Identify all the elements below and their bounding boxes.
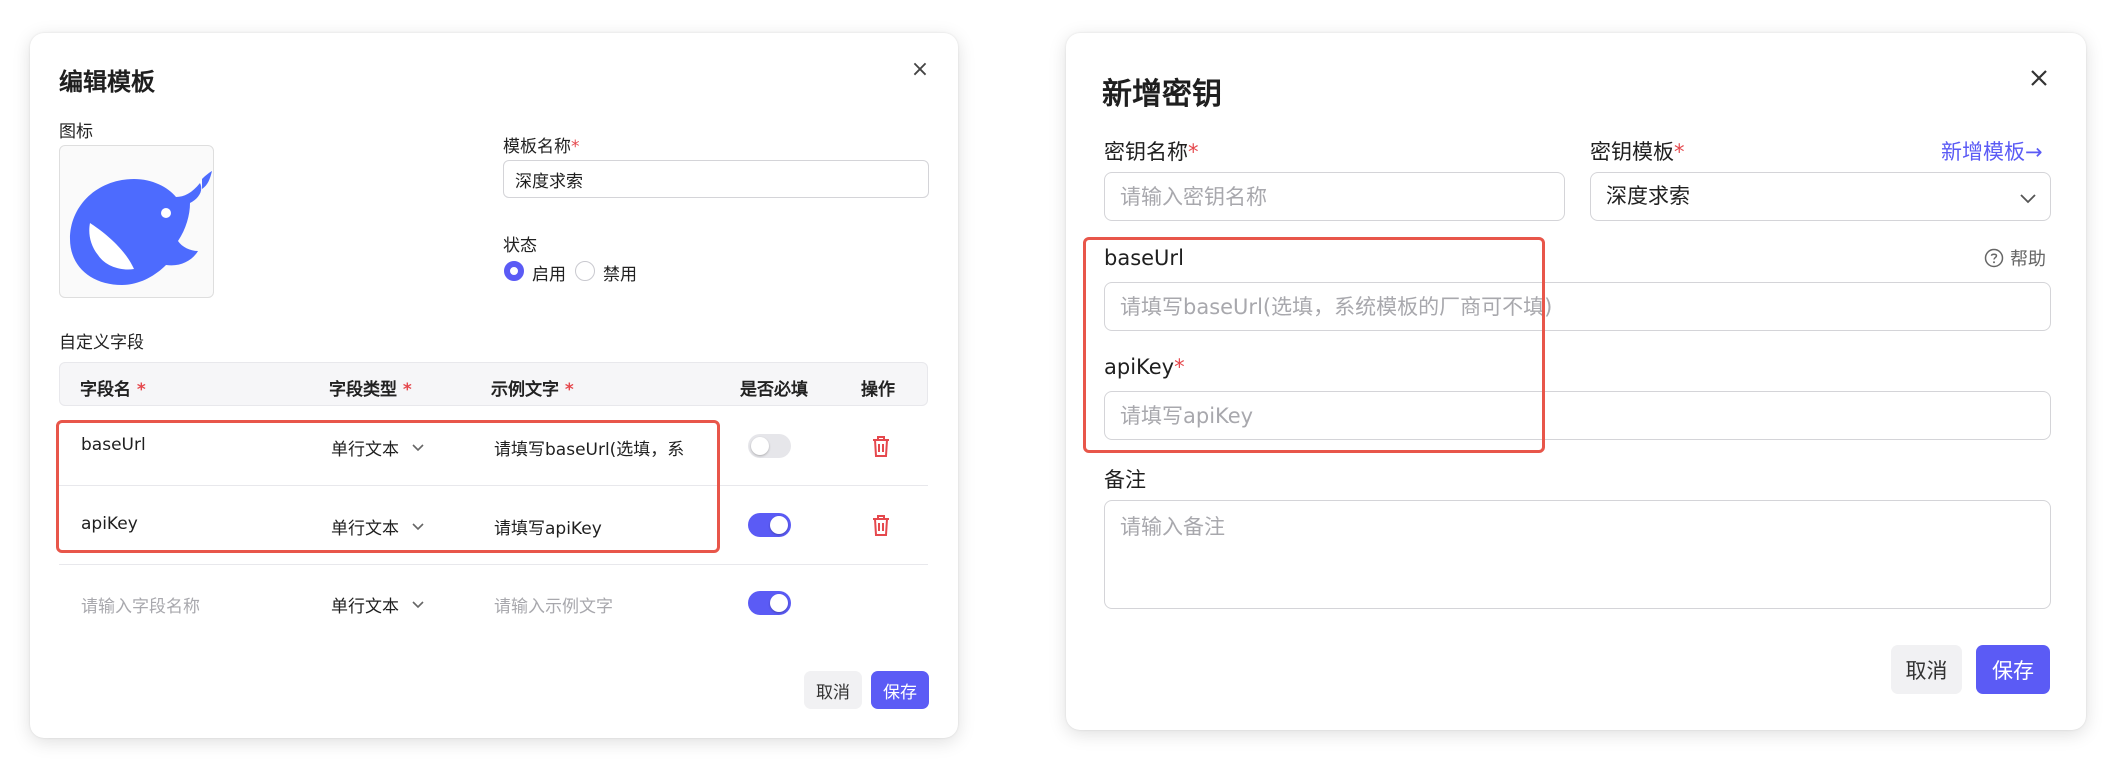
custom-fields-label: 自定义字段 bbox=[59, 333, 144, 353]
arrow-right-icon: → bbox=[2025, 140, 2043, 164]
field-type-select[interactable]: 单行文本 bbox=[331, 592, 399, 617]
chevron-down-icon[interactable] bbox=[408, 594, 428, 614]
required-mark: * bbox=[571, 137, 580, 157]
required-mark: * bbox=[564, 380, 574, 400]
col-field-type: 字段类型 * bbox=[329, 375, 412, 400]
fields-table-header: 字段名 * 字段类型 * 示例文字 * 是否必填 操作 bbox=[59, 362, 928, 406]
cancel-button[interactable]: 取消 bbox=[1891, 645, 1962, 694]
col-example-text: 示例文字 * bbox=[491, 375, 574, 400]
status-label: 状态 bbox=[503, 236, 537, 256]
col-actions: 操作 bbox=[861, 380, 895, 400]
chevron-down-icon[interactable] bbox=[408, 516, 428, 536]
status-enabled-label: 启用 bbox=[532, 265, 566, 285]
deepseek-whale-logo bbox=[69, 170, 212, 285]
required-toggle[interactable] bbox=[748, 434, 791, 458]
field-type-select[interactable]: 单行文本 bbox=[331, 435, 399, 460]
icon-upload[interactable] bbox=[59, 145, 214, 298]
status-enabled-radio[interactable] bbox=[504, 261, 524, 281]
field-name-cell[interactable]: apiKey bbox=[81, 514, 138, 534]
required-toggle[interactable] bbox=[748, 513, 791, 537]
key-template-select[interactable]: 深度求索 bbox=[1590, 172, 2051, 221]
key-name-input[interactable] bbox=[1104, 172, 1565, 221]
field-type-select[interactable]: 单行文本 bbox=[331, 514, 399, 539]
remark-textarea[interactable] bbox=[1104, 500, 2051, 609]
api-key-label-text: apiKey bbox=[1104, 355, 1175, 379]
help-label: 帮助 bbox=[2010, 249, 2046, 270]
example-text-cell[interactable]: 请填写baseUrl(选填，系 bbox=[494, 435, 696, 460]
save-button[interactable]: 保存 bbox=[1976, 645, 2050, 694]
key-template-label: 密钥模板* bbox=[1590, 136, 1685, 166]
dialog-title: 编辑模板 bbox=[59, 68, 155, 96]
help-circle-icon bbox=[1984, 248, 2004, 268]
help-link[interactable]: 帮助 bbox=[1984, 245, 2046, 271]
required-mark: * bbox=[136, 380, 146, 400]
col-field-name: 字段名 * bbox=[80, 375, 146, 400]
chevron-down-icon[interactable] bbox=[2017, 187, 2039, 209]
close-icon[interactable] bbox=[2026, 65, 2052, 91]
chevron-down-icon[interactable] bbox=[408, 437, 428, 457]
col-required: 是否必填 bbox=[740, 380, 808, 400]
remark-label: 备注 bbox=[1104, 468, 1146, 492]
row-divider bbox=[59, 564, 928, 565]
field-name-cell[interactable]: baseUrl bbox=[81, 435, 146, 455]
template-name-input[interactable] bbox=[503, 160, 929, 198]
row-divider bbox=[59, 485, 928, 486]
status-disabled-label: 禁用 bbox=[603, 265, 637, 285]
required-mark: * bbox=[402, 380, 412, 400]
template-name-label-text: 模板名称 bbox=[503, 137, 571, 157]
required-mark: * bbox=[1174, 355, 1185, 379]
required-mark: * bbox=[1674, 140, 1685, 164]
cancel-button[interactable]: 取消 bbox=[804, 671, 862, 709]
add-template-link[interactable]: 新增模板→ bbox=[1941, 136, 2043, 166]
save-button[interactable]: 保存 bbox=[871, 671, 929, 709]
new-key-dialog: 新增密钥 密钥名称* 密钥模板* 新增模板→ 深度求索 baseUrl 帮助 a… bbox=[1066, 33, 2086, 730]
api-key-label: apiKey* bbox=[1104, 355, 1185, 379]
close-icon[interactable]: × bbox=[907, 57, 933, 83]
col-field-name-text: 字段名 bbox=[80, 380, 131, 400]
trash-icon[interactable] bbox=[870, 434, 892, 458]
key-name-label: 密钥名称* bbox=[1104, 136, 1199, 166]
add-template-link-text: 新增模板 bbox=[1941, 140, 2025, 164]
edit-template-dialog: 编辑模板 × 图标 模板名称* 状态 启用 禁用 自定义字段 字段名 * 字段类… bbox=[30, 33, 958, 738]
toggle-knob bbox=[770, 516, 788, 534]
base-url-label: baseUrl bbox=[1104, 246, 1184, 270]
trash-icon[interactable] bbox=[870, 513, 892, 537]
api-key-input[interactable] bbox=[1104, 391, 2051, 440]
key-template-value: 深度求索 bbox=[1606, 184, 1690, 208]
toggle-knob bbox=[770, 594, 788, 612]
new-field-name-input[interactable]: 请输入字段名称 bbox=[81, 592, 200, 617]
required-toggle[interactable] bbox=[748, 591, 791, 615]
toggle-knob bbox=[751, 437, 769, 455]
required-mark: * bbox=[1188, 140, 1199, 164]
col-field-type-text: 字段类型 bbox=[329, 380, 397, 400]
example-text-cell[interactable]: 请填写apiKey bbox=[494, 514, 602, 539]
key-template-label-text: 密钥模板 bbox=[1590, 140, 1674, 164]
col-example-text-text: 示例文字 bbox=[491, 380, 559, 400]
dialog-title: 新增密钥 bbox=[1102, 77, 1222, 112]
new-example-text-input[interactable]: 请输入示例文字 bbox=[494, 592, 613, 617]
icon-label: 图标 bbox=[59, 122, 93, 142]
template-name-label: 模板名称* bbox=[503, 132, 580, 157]
base-url-input[interactable] bbox=[1104, 282, 2051, 331]
key-name-label-text: 密钥名称 bbox=[1104, 140, 1188, 164]
status-disabled-radio[interactable] bbox=[575, 261, 595, 281]
